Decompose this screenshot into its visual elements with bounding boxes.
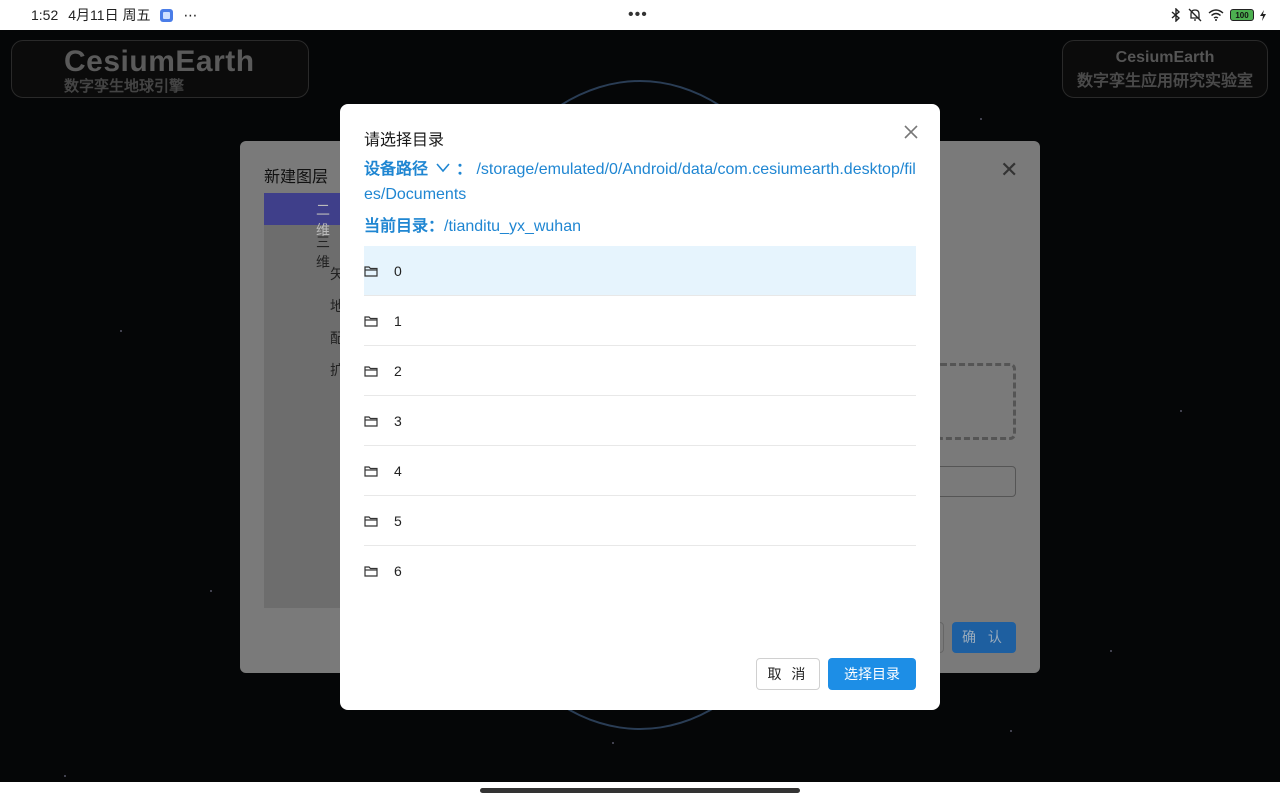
brand-logo: CesiumEarth 数字孪生地球引擎 [11, 40, 309, 98]
folder-icon [364, 465, 378, 477]
lab-title: CesiumEarth [1115, 49, 1215, 66]
charging-icon [1260, 9, 1266, 21]
wifi-icon [1208, 9, 1224, 21]
logo-title: CesiumEarth [64, 45, 255, 78]
chevron-down-icon[interactable] [436, 161, 450, 175]
home-indicator[interactable] [480, 788, 800, 793]
new-layer-close-icon: ✕ [1000, 157, 1019, 182]
device-path-label: 设备路径 [364, 161, 429, 178]
folder-icon [364, 365, 378, 377]
current-dir-row: 当前目录：/tianditu_yx_wuhan [364, 212, 581, 236]
upload-dropzone [935, 363, 1016, 440]
status-bar: 1:52 4月11日 周五 ⋯ ••• 100 [0, 0, 1280, 30]
folder-icon [364, 415, 378, 427]
folder-icon [364, 515, 378, 527]
folder-row[interactable]: 1 [364, 296, 916, 346]
lab-badge: CesiumEarth 数字孪生应用研究实验室 [1062, 40, 1268, 98]
dialog-title: 请选择目录 [364, 132, 445, 149]
status-time: 1:52 [31, 7, 59, 23]
tree-item-selected: 二维 [264, 193, 342, 238]
close-icon[interactable] [901, 122, 921, 142]
select-directory-button[interactable]: 选择目录 [828, 658, 916, 690]
layer-type-tree: 二维 三维 矢 地 配 扩 [264, 193, 344, 608]
folder-row[interactable]: 0 [364, 246, 916, 296]
device-path-row: 设备路径： /storage/emulated/0/Android/data/c… [364, 157, 916, 207]
folder-name: 4 [394, 462, 402, 479]
background-confirm-button: 确 认 [952, 622, 1016, 653]
folder-row[interactable]: 2 [364, 346, 916, 396]
folder-name: 2 [394, 362, 402, 379]
folder-list: 0 1 2 3 4 5 6 [364, 246, 916, 596]
bluetooth-icon [1171, 8, 1181, 22]
folder-name: 0 [394, 262, 402, 279]
device-path-separator: ： [456, 161, 473, 178]
folder-name: 6 [394, 563, 402, 579]
battery-icon: 100 [1230, 9, 1254, 21]
current-dir-label: 当前目录： [364, 218, 445, 235]
cancel-button[interactable]: 取 消 [756, 658, 820, 690]
layer-name-field [935, 466, 1016, 497]
app-notification-icon [160, 8, 174, 22]
more-notifications-icon: ⋯ [183, 6, 198, 23]
folder-icon [364, 265, 378, 277]
folder-row[interactable]: 6 [364, 546, 916, 596]
folder-name: 5 [394, 512, 402, 529]
mute-icon [1188, 8, 1202, 22]
folder-row[interactable]: 3 [364, 396, 916, 446]
folder-icon [364, 315, 378, 327]
new-layer-title: 新建图层 [264, 169, 329, 186]
folder-name: 1 [394, 312, 402, 329]
folder-row[interactable]: 5 [364, 496, 916, 546]
multitask-dots[interactable]: ••• [628, 6, 648, 24]
current-dir-value: /tianditu_yx_wuhan [444, 218, 581, 235]
lab-subtitle: 数字孪生应用研究实验室 [1076, 73, 1253, 90]
status-date: 4月11日 周五 [68, 7, 151, 23]
folder-name: 3 [394, 412, 402, 429]
directory-picker-dialog: 请选择目录 设备路径： /storage/emulated/0/Android/… [340, 104, 940, 710]
folder-icon [364, 566, 378, 577]
folder-row[interactable]: 4 [364, 446, 916, 496]
